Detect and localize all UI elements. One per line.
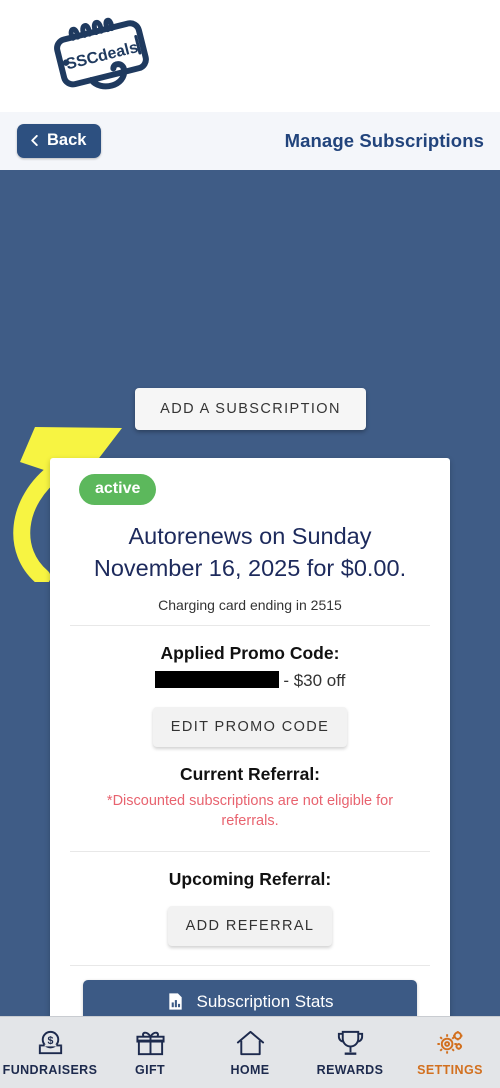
- back-button[interactable]: Back: [17, 124, 102, 158]
- nav-item-rewards[interactable]: REWARDS: [300, 1017, 400, 1088]
- nav-item-gift[interactable]: GIFT: [100, 1017, 200, 1088]
- nav-item-home[interactable]: HOME: [200, 1017, 300, 1088]
- card-title-line1: Autorenews on Sunday: [128, 523, 372, 549]
- divider-2: [70, 851, 430, 852]
- page-header: Back Manage Subscriptions: [0, 112, 500, 170]
- upcoming-referral-heading: Upcoming Referral:: [168, 869, 332, 889]
- page-title: Manage Subscriptions: [284, 130, 484, 151]
- applied-promo-heading: Applied Promo Code:: [160, 643, 340, 663]
- edit-promo-code-button[interactable]: EDIT PROMO CODE: [152, 707, 348, 747]
- subscription-stats-label: Subscription Stats: [196, 991, 334, 1011]
- card-title: Autorenews on Sunday November 16, 2025 f…: [50, 520, 450, 584]
- phone-in-hand-logo: SSCdeals: [54, 17, 149, 90]
- mobile-app-screen: SSCdeals Back Manage Subscriptions ADD A…: [0, 0, 500, 1088]
- redacted-promo-code: [154, 671, 279, 688]
- current-referral-note: *Discounted subscriptions are not eligib…: [106, 793, 394, 829]
- logo-bar: SSCdeals: [0, 0, 500, 112]
- chevron-left-icon: [31, 135, 38, 146]
- add-subscription-button[interactable]: ADD A SUBSCRIPTION: [135, 388, 366, 430]
- nav-item-settings[interactable]: SETTINGS: [400, 1017, 500, 1088]
- house-icon: [236, 1030, 264, 1056]
- nav-label-home: HOME: [230, 1063, 270, 1077]
- divider-1: [70, 625, 430, 626]
- coin-deposit-icon: $: [38, 1030, 62, 1055]
- content-stage: ADD A SUBSCRIPTION active Autorenews on …: [0, 170, 500, 1088]
- status-badge-row: active: [50, 458, 450, 505]
- nav-label-gift: GIFT: [134, 1063, 166, 1077]
- bottom-navigation: $ FUNDRAISERS GIFT HOME REWARDS SETTINGS: [0, 1016, 500, 1088]
- back-button-label: Back: [47, 131, 87, 149]
- nav-label-fundraisers: FUNDRAISERS: [2, 1063, 98, 1077]
- promo-discount-text: - $30 off: [283, 671, 346, 690]
- nav-item-fundraisers[interactable]: $ FUNDRAISERS: [0, 1017, 100, 1088]
- status-badge: active: [79, 474, 157, 505]
- gears-icon: [436, 1031, 462, 1054]
- nav-label-settings: SETTINGS: [417, 1063, 483, 1077]
- trophy-icon: [337, 1030, 363, 1055]
- chart-document-icon: [169, 993, 183, 1010]
- gift-icon: [135, 1031, 165, 1056]
- subscription-card: active Autorenews on Sunday November 16,…: [50, 458, 450, 1088]
- add-referral-button[interactable]: ADD REFERRAL: [167, 906, 333, 946]
- card-title-line2: November 16, 2025 for $0.00.: [93, 555, 407, 581]
- charging-card-text: Charging card ending in 2515: [158, 597, 342, 613]
- nav-label-rewards: REWARDS: [316, 1063, 384, 1077]
- applied-promo-value: - $30 off: [50, 671, 450, 691]
- current-referral-heading: Current Referral:: [179, 764, 321, 784]
